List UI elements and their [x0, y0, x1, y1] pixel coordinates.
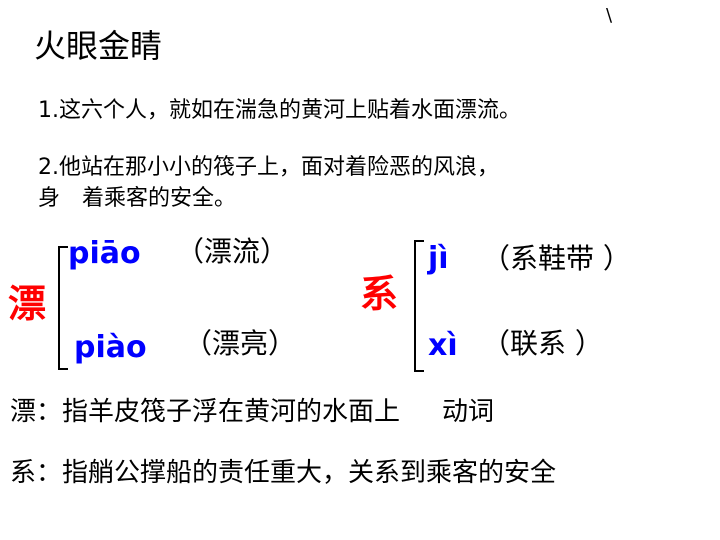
- explanation-piao: 漂：指羊皮筏子浮在黄河的水面上 动词: [10, 397, 494, 427]
- piao-pinyin-2: piào: [74, 330, 147, 365]
- sentence-2-line-2: 身着乘客的安全。: [38, 186, 236, 212]
- tick-mark: \: [606, 5, 613, 26]
- sentence-1: 1.这六个人，就如在湍急的黄河上贴着水面漂流。: [38, 98, 521, 123]
- sentence-2-start: 身: [38, 186, 61, 211]
- xi-character: 系: [360, 272, 399, 316]
- piao-word-2: （漂亮）: [184, 327, 297, 360]
- explanation-piao-pos: 动词: [442, 397, 495, 427]
- sentence-2-end: 着乘客的安全。: [82, 186, 237, 211]
- explanation-piao-text: 漂：指羊皮筏子浮在黄河的水面上: [10, 397, 401, 427]
- piao-pinyin-1: piāo: [68, 236, 141, 271]
- piao-word-1: （漂流）: [176, 235, 289, 268]
- piao-character: 漂: [8, 282, 47, 326]
- sentence-2-line-1: 2.他站在那小小的筏子上，面对着险恶的风浪，: [38, 155, 499, 180]
- xi-pinyin-2: xì: [428, 328, 458, 363]
- xi-bracket: [414, 240, 424, 372]
- xi-word-1: （系鞋带 ）: [482, 242, 631, 275]
- xi-pinyin-1: jì: [428, 241, 449, 276]
- page-title: 火眼金睛: [34, 27, 163, 65]
- piao-bracket: [58, 246, 68, 370]
- explanation-xi: 系：指艄公撑船的责任重大，关系到乘客的安全: [10, 458, 557, 488]
- xi-word-2: （联系 ）: [482, 327, 603, 360]
